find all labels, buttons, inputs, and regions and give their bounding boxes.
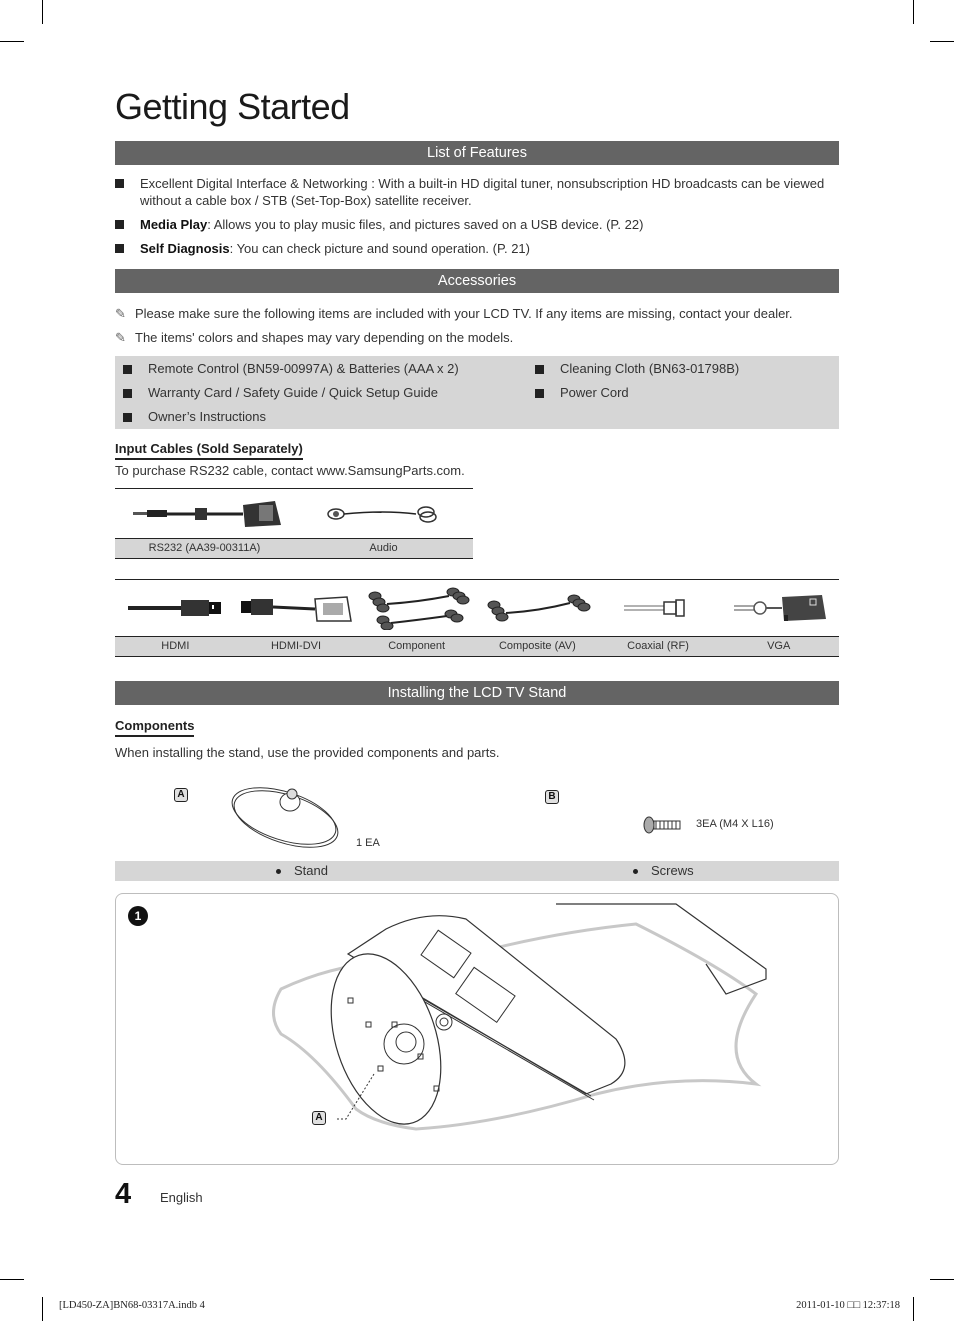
page-number: 4: [115, 1178, 132, 1210]
crop-mark: [0, 1279, 24, 1280]
cable-label: Component: [388, 640, 446, 652]
cable-label: HDMI-DVI: [270, 640, 322, 652]
feature-item: Excellent Digital Interface & Networking…: [115, 175, 839, 209]
tv-stand-drawing-icon: [272, 903, 767, 1131]
bullet-square-icon: [115, 220, 124, 229]
cable-label-row: RS232 (AA39-00311A) Audio: [115, 538, 473, 558]
crop-mark: [0, 41, 24, 42]
bullet-square-icon: [535, 389, 544, 398]
note: ✎ The items' colors and shapes may vary d…: [115, 330, 513, 346]
accessory-item: Power Cord: [535, 385, 629, 400]
screw-icon: [642, 815, 684, 840]
crop-mark: [913, 1297, 914, 1321]
cable-label: VGA: [767, 640, 791, 652]
callout-a-badge: A: [312, 1111, 326, 1125]
feature-name: Media Play: [140, 217, 208, 232]
bullet-square-icon: [115, 244, 124, 253]
crop-mark: [930, 1279, 954, 1280]
components-note: When installing the stand, use the provi…: [115, 745, 500, 760]
accessory-item: Remote Control (BN59-00997A) & Batteries…: [123, 361, 459, 376]
pencil-note-icon: ✎: [115, 306, 126, 321]
component-cable-icon: [357, 580, 478, 636]
components-label-bar: Stand Screws: [115, 861, 839, 881]
cable-label-row: HDMI HDMI-DVI Component Composite (AV) C…: [115, 636, 839, 656]
part-a-qty: 1 EA: [356, 837, 380, 849]
input-cables-heading: Input Cables (Sold Separately): [115, 441, 303, 460]
crop-mark: [42, 1297, 43, 1321]
section-header-stand: Installing the LCD TV Stand: [115, 681, 839, 705]
section-header-features: List of Features: [115, 141, 839, 165]
hdmi-cable-icon: [115, 580, 236, 636]
bullet-dot-icon: [276, 869, 281, 874]
page-language: English: [160, 1190, 203, 1205]
bullet-square-icon: [123, 389, 132, 398]
composite-av-cable-icon: [478, 580, 599, 636]
part-b-badge: B: [545, 790, 559, 804]
bullet-square-icon: [535, 365, 544, 374]
input-cables-note: To purchase RS232 cable, contact www.Sam…: [115, 463, 465, 478]
feature-item: Self Diagnosis: You can check picture an…: [115, 240, 839, 257]
note: ✎ Please make sure the following items ar…: [115, 306, 793, 322]
feature-name: Self Diagnosis: [140, 241, 230, 256]
feature-text: : You can check picture and sound operat…: [229, 241, 530, 256]
bullet-dot-icon: [633, 869, 638, 874]
cable-label: Coaxial (RF): [627, 640, 689, 652]
cable-table-1: RS232 (AA39-00311A) Audio: [115, 488, 473, 559]
coaxial-rf-cable-icon: [599, 580, 720, 636]
feature-text: : Allows you to play music files, and pi…: [207, 217, 644, 232]
feature-item: Media Play: Allows you to play music fil…: [115, 216, 839, 233]
cable-label: RS232 (AA39-00311A): [148, 542, 261, 554]
bullet-square-icon: [123, 365, 132, 374]
accessories-list: Remote Control (BN59-00997A) & Batteries…: [115, 356, 839, 429]
bullet-square-icon: [115, 179, 124, 188]
part-a-badge: A: [174, 788, 188, 802]
section-header-accessories: Accessories: [115, 269, 839, 293]
note-text: The items' colors and shapes may vary de…: [135, 330, 514, 345]
accessory-item: Cleaning Cloth (BN63-01798B): [535, 361, 739, 376]
note-text: Please make sure the following items are…: [135, 306, 793, 321]
footer-timestamp: 2011-01-10 □□ 12:37:18: [796, 1300, 900, 1311]
part-b-qty: 3EA (M4 X L16): [696, 818, 774, 830]
pencil-note-icon: ✎: [115, 330, 126, 345]
crop-mark: [42, 0, 43, 24]
accessory-item: Owner’s Instructions: [123, 409, 266, 424]
crop-mark: [930, 41, 954, 42]
hdmi-dvi-cable-icon: [236, 580, 357, 636]
rs232-cable-icon: [115, 489, 294, 539]
accessory-item: Warranty Card / Safety Guide / Quick Set…: [123, 385, 438, 400]
feature-text: Excellent Digital Interface & Networking…: [140, 176, 825, 208]
stand-base-icon: [228, 782, 348, 853]
audio-cable-icon: [294, 489, 473, 539]
cable-label: Composite (AV): [498, 640, 576, 652]
cable-label: HDMI: [161, 640, 190, 652]
part-a-name: Stand: [294, 863, 328, 878]
installation-step-illustration: 1 A: [115, 893, 839, 1165]
page-title: Getting Started: [115, 86, 350, 127]
vga-cable-icon: [720, 580, 839, 636]
footer-file-name: [LD450-ZA]BN68-03317A.indb 4: [59, 1300, 205, 1311]
part-b-name: Screws: [651, 863, 694, 878]
crop-mark: [913, 0, 914, 24]
cable-table-2: HDMI HDMI-DVI Component Composite (AV) C…: [115, 579, 839, 657]
cable-label: Audio: [369, 542, 398, 554]
components-heading: Components: [115, 718, 195, 737]
bullet-square-icon: [123, 413, 132, 422]
